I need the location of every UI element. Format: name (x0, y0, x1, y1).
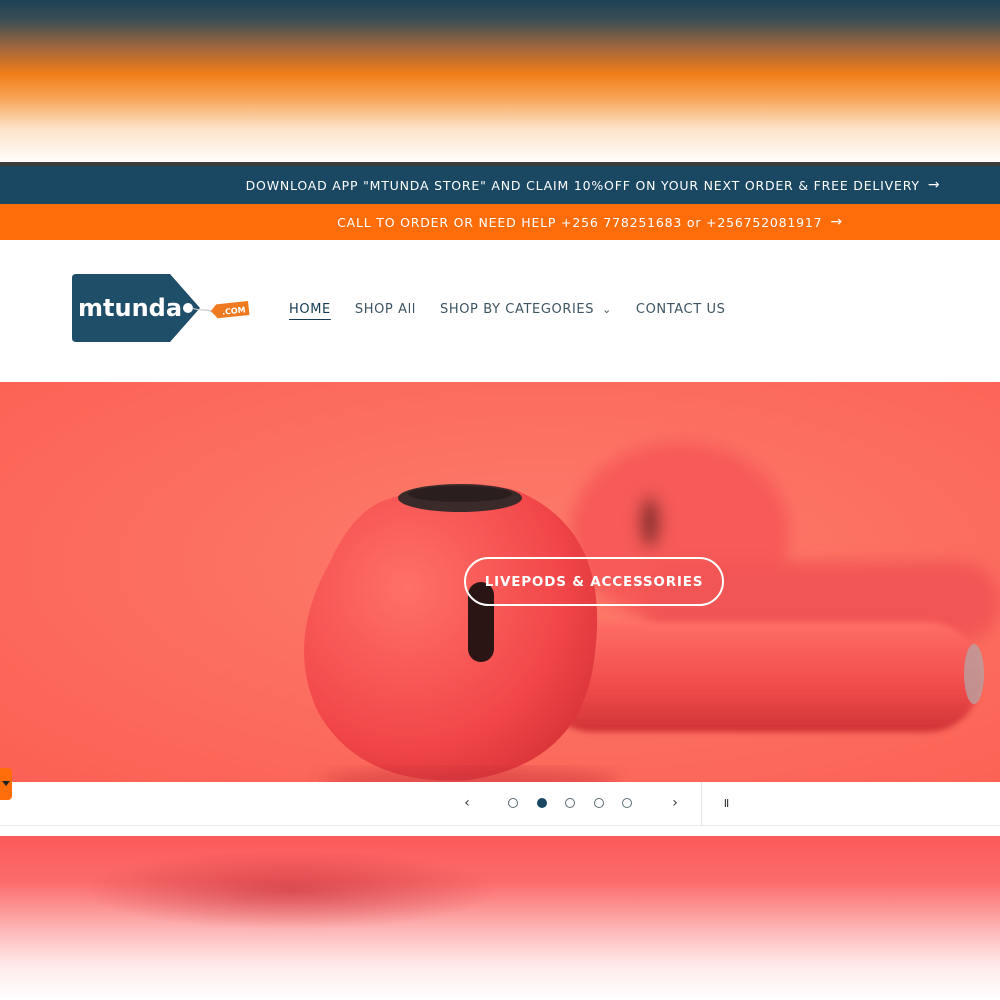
slide-dot-2[interactable] (537, 798, 547, 808)
previous-slide-button[interactable]: ‹ (457, 793, 477, 813)
blurred-shadow (80, 850, 500, 930)
slide-dot-5[interactable] (622, 798, 632, 808)
chevron-down-icon: ⌄ (602, 303, 612, 316)
announcement-bar-app[interactable]: DOWNLOAD APP "MTUNDA STORE" AND CLAIM 10… (0, 166, 1000, 204)
svg-text:mtunda: mtunda (78, 294, 182, 322)
main-navigation: HOME SHOP All SHOP BY CATEGORIES ⌄ CONTA… (289, 302, 749, 317)
blurred-top-background (0, 0, 1000, 165)
slide-dot-3[interactable] (565, 798, 575, 808)
pause-slideshow-button[interactable]: II (716, 793, 736, 813)
nav-label: SHOP BY CATEGORIES (440, 302, 595, 317)
slide-dot-1[interactable] (508, 798, 518, 808)
next-slide-button[interactable]: › (665, 793, 685, 813)
divider (701, 782, 702, 826)
mtunda-logo-icon: .COM mtunda (72, 274, 250, 342)
nav-shop-by-categories[interactable]: SHOP BY CATEGORIES ⌄ (440, 302, 612, 317)
arrow-right-icon: → (927, 177, 941, 193)
announcement-bar-call[interactable]: CALL TO ORDER OR NEED HELP +256 77825168… (0, 204, 1000, 240)
arrow-right-icon: → (830, 214, 843, 230)
announcement-text: CALL TO ORDER OR NEED HELP +256 77825168… (337, 214, 823, 230)
slideshow-controls (0, 782, 1000, 826)
slide-dot-4[interactable] (594, 798, 604, 808)
announcement-text: DOWNLOAD APP "MTUNDA STORE" AND CLAIM 10… (245, 177, 920, 193)
nav-shop-all[interactable]: SHOP All (355, 302, 416, 317)
nav-contact-us[interactable]: CONTACT US (636, 302, 726, 317)
site-logo[interactable]: .COM mtunda (70, 272, 250, 350)
nav-home[interactable]: HOME (289, 302, 331, 317)
hero-cta-button[interactable]: LIVEPODS & ACCESSORIES (464, 557, 724, 606)
side-widget-tab[interactable] (0, 768, 12, 800)
